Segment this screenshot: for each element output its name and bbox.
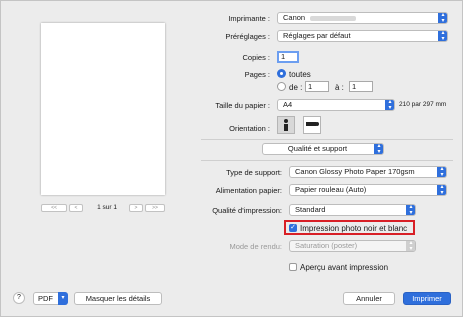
pages-to-input[interactable]: 1 [349,81,373,92]
presets-label: Préréglages : [225,32,270,41]
help-button[interactable]: ? [13,292,25,304]
prev-page-button[interactable]: < [69,204,83,212]
hide-details-button[interactable]: Masquer les détails [74,292,162,305]
media-type-select[interactable]: Canon Glossy Photo Paper 170gsm ▴ ▾ [289,166,447,178]
panel-value: Qualité et support [287,144,348,153]
printer-select[interactable]: Canon ▴ ▾ [277,12,448,24]
next-page-button[interactable]: > [129,204,143,212]
paper-source-label: Alimentation papier: [215,186,282,195]
pages-all-label: toutes [289,70,311,79]
render-mode-select[interactable]: Saturation (poster) ▴ ▾ [289,240,416,252]
copies-label: Copies : [242,53,270,62]
media-type-label: Type de support: [226,168,282,177]
portrait-button[interactable] [277,116,295,134]
chevron-down-icon: ▾ [58,292,68,305]
paper-size-value: A4 [283,100,293,109]
last-page-button[interactable]: >> [145,204,165,212]
landscape-icon [306,122,319,126]
media-type-value: Canon Glossy Photo Paper 170gsm [295,167,415,176]
updown-icon: ▴ ▾ [437,167,446,177]
pages-from-input[interactable]: 1 [305,81,329,92]
updown-icon: ▴ ▾ [374,144,383,154]
updown-icon: ▴ ▾ [437,185,446,195]
paper-size-label: Taille du papier : [215,101,270,110]
render-mode-value: Saturation (poster) [295,241,358,250]
print-quality-select[interactable]: Standard ▴ ▾ [289,204,416,216]
paper-source-select[interactable]: Papier rouleau (Auto) ▴ ▾ [289,184,447,196]
first-page-button[interactable]: << [41,204,67,212]
updown-icon: ▴ ▾ [406,205,415,215]
bw-photo-label: Impression photo noir et blanc [300,224,408,233]
pages-from-label: de : [289,83,303,92]
divider [201,160,453,161]
paper-source-value: Papier rouleau (Auto) [295,185,367,194]
paper-dimensions: 210 par 297 mm [399,101,447,108]
print-preview-checkbox[interactable] [289,263,297,271]
panel-select[interactable]: Qualité et support ▴ ▾ [262,143,384,155]
printer-label: Imprimante : [228,14,270,23]
pages-label: Pages : [244,70,270,79]
print-quality-value: Standard [295,205,326,214]
pages-all-radio[interactable] [277,69,286,78]
updown-icon: ▴ ▾ [385,100,394,110]
orientation-label: Orientation : [229,124,270,133]
print-dialog: << < 1 sur 1 > >> Imprimante : Canon ▴ ▾ … [0,0,463,317]
page-counter: 1 sur 1 [97,204,117,211]
bw-photo-checkbox[interactable]: ✓ [289,224,297,232]
pdf-button[interactable]: PDF ▾ [33,292,68,305]
pages-to-label: à : [335,83,344,92]
page-preview [41,23,165,195]
updown-icon: ▴ ▾ [438,13,447,23]
paper-size-select[interactable]: A4 ▴ ▾ [277,99,395,111]
print-button[interactable]: Imprimer [403,292,451,305]
pdf-label: PDF [38,294,53,303]
print-preview-label: Aperçu avant impression [300,263,389,272]
cancel-button[interactable]: Annuler [343,292,395,305]
pages-range-radio[interactable] [277,82,286,91]
presets-select[interactable]: Réglages par défaut ▴ ▾ [277,30,448,42]
render-mode-label: Mode de rendu: [229,242,282,251]
printer-model-redacted [310,16,356,21]
updown-icon: ▴ ▾ [406,241,415,251]
divider [201,139,453,140]
copies-input[interactable]: 1 [277,51,299,63]
print-quality-label: Qualité d'impression: [212,206,282,215]
landscape-button[interactable] [303,116,321,134]
updown-icon: ▴ ▾ [438,31,447,41]
presets-value: Réglages par défaut [283,31,351,40]
portrait-icon [284,119,288,131]
printer-value: Canon [283,13,306,22]
